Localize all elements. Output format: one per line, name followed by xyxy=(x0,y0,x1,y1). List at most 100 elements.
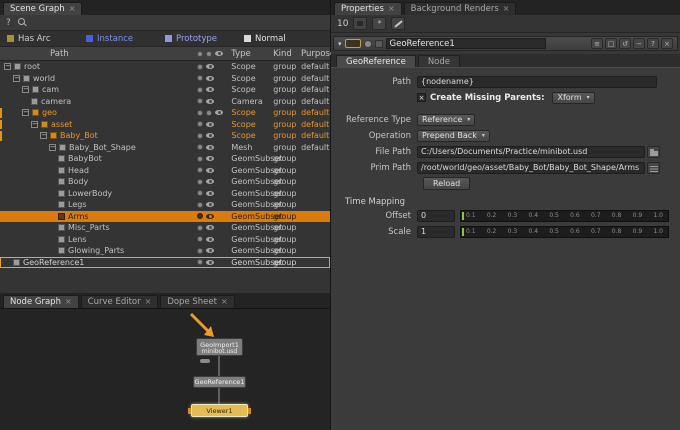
visibility-icon[interactable] xyxy=(206,156,214,161)
visibility-icon[interactable] xyxy=(206,260,214,265)
offset-field[interactable]: 0 xyxy=(417,210,455,222)
tree-row-georeference1[interactable]: GeoReference1GeomSubsetgroup xyxy=(0,257,330,269)
instance-state-icon[interactable] xyxy=(197,144,203,150)
tree-row-head[interactable]: HeadGeomSubsetgroup xyxy=(0,165,330,177)
instance-state-icon[interactable] xyxy=(197,202,203,208)
close-icon[interactable]: × xyxy=(65,298,72,306)
instance-state-icon[interactable] xyxy=(197,167,203,173)
tree-row-world[interactable]: −worldScopegroupdefault xyxy=(0,73,330,85)
visibility-icon[interactable] xyxy=(206,145,214,150)
frame-number[interactable]: 10 xyxy=(337,19,348,29)
reload-button[interactable]: Reload xyxy=(423,177,470,190)
tab-node[interactable]: Node xyxy=(418,55,460,67)
tree-row-lens[interactable]: LensGeomSubsetgroup xyxy=(0,234,330,246)
close-icon[interactable]: × xyxy=(503,5,510,13)
close-icon[interactable]: × xyxy=(661,38,673,49)
tab-node-graph[interactable]: Node Graph× xyxy=(3,295,79,308)
instance-state-icon[interactable] xyxy=(197,121,203,127)
visibility-icon[interactable] xyxy=(206,133,214,138)
minimize-icon[interactable]: − xyxy=(633,38,645,49)
visibility-icon[interactable] xyxy=(206,202,214,207)
visibility-icon[interactable] xyxy=(206,179,214,184)
tree-row-legs[interactable]: LegsGeomSubsetgroup xyxy=(0,199,330,211)
tree-row-glowing-parts[interactable]: Glowing_PartsGeomSubsetgroup xyxy=(0,245,330,257)
tree-row-root[interactable]: −rootScopegroupdefault xyxy=(0,61,330,73)
extra-state-icon[interactable] xyxy=(206,110,212,116)
tree-row-arms[interactable]: ArmsGeomSubsetgroup xyxy=(0,211,330,223)
edit-icon[interactable] xyxy=(391,17,405,30)
instance-state-icon[interactable] xyxy=(197,179,203,185)
visibility-icon[interactable] xyxy=(206,214,214,219)
visibility-icon[interactable] xyxy=(206,99,214,104)
visibility-icon[interactable] xyxy=(206,237,214,242)
scale-time-ramp[interactable]: 0.10.20.30.40.50.60.70.80.91.0 xyxy=(460,226,669,238)
expander-icon[interactable]: − xyxy=(40,132,47,139)
pin-icon[interactable]: * xyxy=(372,17,386,30)
menu-icon[interactable]: ≡ xyxy=(591,38,603,49)
close-icon[interactable]: × xyxy=(145,298,152,306)
column-purpose[interactable]: Purpose xyxy=(301,49,330,59)
column-kind[interactable]: Kind xyxy=(273,49,301,59)
tab-dope-sheet[interactable]: Dope Sheet× xyxy=(160,295,234,308)
expander-icon[interactable]: − xyxy=(22,109,29,116)
instance-state-icon[interactable] xyxy=(197,110,203,116)
instance-state-icon[interactable] xyxy=(197,133,203,139)
node-link-icon[interactable] xyxy=(375,40,383,48)
node-viewer[interactable]: Viewer1 xyxy=(191,404,248,417)
visibility-icon[interactable] xyxy=(206,87,214,92)
tree-row-geo[interactable]: −geoScopegroupdefault xyxy=(0,107,330,119)
path-field[interactable]: {nodename} xyxy=(417,76,657,88)
tab-scene-graph[interactable]: Scene Graph × xyxy=(3,2,82,15)
tab-properties[interactable]: Properties× xyxy=(334,2,402,15)
browse-file-icon[interactable] xyxy=(647,146,660,158)
instance-state-icon[interactable] xyxy=(197,156,203,162)
instance-state-icon[interactable] xyxy=(197,225,203,231)
search-icon[interactable] xyxy=(18,18,27,27)
reference-type-dropdown[interactable]: Reference ▾ xyxy=(417,114,475,126)
tree-row-baby-bot-shape[interactable]: −Baby_Bot_ShapeMeshgroupdefault xyxy=(0,142,330,154)
node-geoimport[interactable]: GeoImport1 minibot.usd xyxy=(196,338,243,356)
visibility-icon[interactable] xyxy=(206,191,214,196)
revert-icon[interactable]: ↺ xyxy=(619,38,631,49)
node-name-field[interactable]: GeoReference1 xyxy=(386,38,546,49)
scale-field[interactable]: 1 xyxy=(417,226,455,238)
tab-georeference[interactable]: GeoReference xyxy=(336,55,416,67)
instance-state-icon[interactable] xyxy=(197,248,203,254)
visibility-icon[interactable] xyxy=(206,225,214,230)
column-path[interactable]: Path xyxy=(0,49,197,59)
close-icon[interactable]: × xyxy=(388,5,395,13)
visibility-icon[interactable] xyxy=(215,110,223,115)
tree-row-asset[interactable]: −assetScopegroupdefault xyxy=(0,119,330,131)
expander-icon[interactable]: − xyxy=(4,63,11,70)
visibility-icon[interactable] xyxy=(206,168,214,173)
visibility-icon[interactable] xyxy=(206,248,214,253)
create-missing-parents-checkbox[interactable]: × xyxy=(417,93,426,102)
prim-path-field[interactable]: /root/world/geo/asset/Baby_Bot/Baby_Bot_… xyxy=(417,162,645,174)
help-icon[interactable]: ? xyxy=(647,38,659,49)
close-icon[interactable]: × xyxy=(221,298,228,306)
instance-state-icon[interactable] xyxy=(197,64,203,70)
tree-row-body[interactable]: BodyGeomSubsetgroup xyxy=(0,176,330,188)
close-icon[interactable]: × xyxy=(69,5,76,13)
tree-row-cam[interactable]: −camScopegroupdefault xyxy=(0,84,330,96)
help-icon[interactable]: ? xyxy=(6,18,11,28)
snapshot-icon[interactable] xyxy=(353,17,367,30)
expander-icon[interactable]: − xyxy=(49,144,56,151)
expander-icon[interactable]: − xyxy=(22,86,29,93)
tree-row-lowerbody[interactable]: LowerBodyGeomSubsetgroup xyxy=(0,188,330,200)
instance-state-icon[interactable] xyxy=(197,98,203,104)
node-graph[interactable]: GeoImport1 minibot.usd GeoReference1 Vie… xyxy=(0,308,330,430)
instance-state-icon[interactable] xyxy=(197,75,203,81)
offset-time-ramp[interactable]: 0.10.20.30.40.50.60.70.80.91.0 xyxy=(460,210,669,222)
frame-icon[interactable]: □ xyxy=(605,38,617,49)
instance-state-icon[interactable] xyxy=(197,236,203,242)
node-color-icon[interactable] xyxy=(364,40,372,48)
tree-row-camera[interactable]: cameraCameragroupdefault xyxy=(0,96,330,108)
expander-icon[interactable]: − xyxy=(13,75,20,82)
tree-row-baby-bot[interactable]: −Baby_BotScopegroupdefault xyxy=(0,130,330,142)
tree-row-babybot[interactable]: BabyBotGeomSubsetgroup xyxy=(0,153,330,165)
instance-state-icon[interactable] xyxy=(197,190,203,196)
visibility-icon[interactable] xyxy=(206,122,214,127)
column-type[interactable]: Type xyxy=(231,49,273,59)
node-port-stub[interactable] xyxy=(200,359,210,363)
